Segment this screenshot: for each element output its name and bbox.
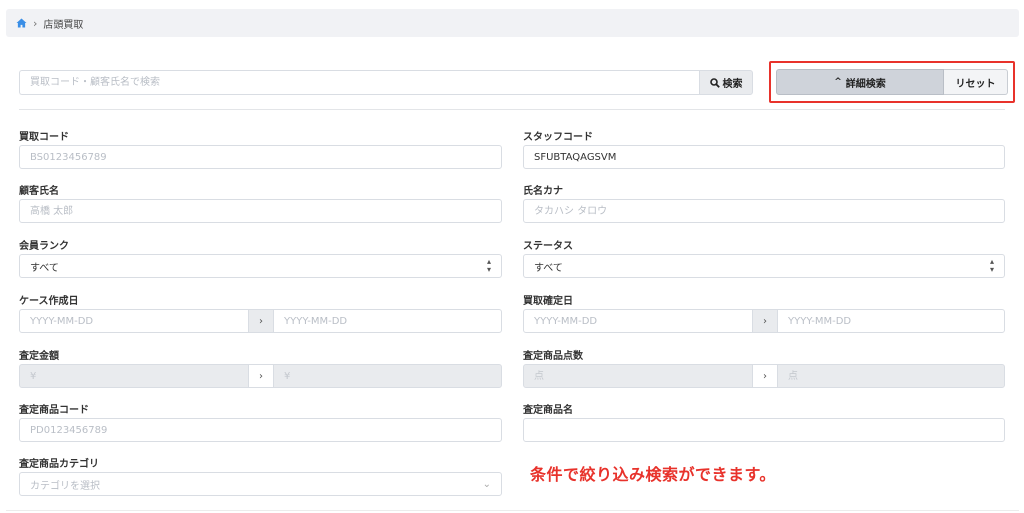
chevron-up-icon: ^: [834, 77, 842, 87]
search-button-label: 検索: [722, 79, 743, 90]
search-icon: [709, 77, 720, 88]
search-panel: 検索 ^ 詳細検索 リセット 買取コード スタッフコード 顧客氏名 氏名カナ 会…: [6, 45, 1019, 511]
appraisal-item-category-placeholder: カテゴリを選択: [30, 480, 100, 492]
appraisal-item-count-from-field[interactable]: [523, 364, 753, 388]
annotation-notice: 条件で絞り込み検索ができます。: [530, 465, 776, 484]
case-created-from-field[interactable]: [19, 309, 249, 333]
breadcrumb-separator: ›: [33, 16, 38, 30]
chevron-down-icon: ⌄: [482, 478, 491, 490]
breadcrumb-current: 店頭買取: [43, 19, 84, 31]
appraisal-item-name-label: 査定商品名: [523, 405, 573, 416]
appraisal-amount-from-field[interactable]: [19, 364, 249, 388]
home-icon[interactable]: [16, 18, 27, 28]
status-value: すべて: [534, 262, 563, 274]
status-select[interactable]: すべて ▴ ▾: [523, 254, 1005, 278]
select-arrows-icon: ▴ ▾: [486, 257, 491, 274]
purchase-confirmed-to-field[interactable]: [777, 309, 1005, 333]
appraisal-amount-label: 査定金額: [19, 351, 59, 362]
reset-button[interactable]: リセット: [944, 69, 1008, 95]
purchase-code-label: 買取コード: [19, 132, 69, 143]
name-kana-field[interactable]: [523, 199, 1005, 223]
name-kana-label: 氏名カナ: [523, 186, 563, 197]
appraisal-item-code-field[interactable]: [19, 418, 502, 442]
status-label: ステータス: [523, 241, 573, 252]
member-rank-value: すべて: [30, 262, 59, 274]
appraisal-amount-to-field[interactable]: [273, 364, 502, 388]
case-created-label: ケース作成日: [19, 296, 79, 307]
member-rank-label: 会員ランク: [19, 241, 69, 252]
case-created-to-field[interactable]: [273, 309, 502, 333]
range-separator: ›: [753, 364, 777, 388]
range-separator: ›: [753, 309, 777, 333]
appraisal-item-name-field[interactable]: [523, 418, 1005, 442]
member-rank-select[interactable]: すべて ▴ ▾: [19, 254, 502, 278]
purchase-confirmed-label: 買取確定日: [523, 296, 573, 307]
range-separator: ›: [249, 309, 273, 333]
advanced-search-label: 詳細検索: [845, 78, 886, 90]
appraisal-item-code-label: 査定商品コード: [19, 405, 89, 416]
reset-label: リセット: [955, 78, 996, 90]
appraisal-item-count-label: 査定商品点数: [523, 351, 583, 362]
appraisal-item-count-to-field[interactable]: [777, 364, 1005, 388]
staff-code-field[interactable]: [523, 145, 1005, 169]
staff-code-label: スタッフコード: [523, 132, 593, 143]
range-separator: ›: [249, 364, 273, 388]
advanced-search-button[interactable]: ^ 詳細検索: [776, 69, 944, 95]
appraisal-item-category-select[interactable]: カテゴリを選択 ⌄: [19, 472, 502, 496]
keyword-search-input[interactable]: [19, 70, 699, 95]
appraisal-item-category-label: 査定商品カテゴリ: [19, 459, 99, 470]
purchase-confirmed-from-field[interactable]: [523, 309, 753, 333]
purchase-code-field[interactable]: [19, 145, 502, 169]
customer-name-label: 顧客氏名: [19, 186, 59, 197]
select-arrows-icon: ▴ ▾: [989, 257, 994, 274]
divider: [19, 109, 1005, 110]
customer-name-field[interactable]: [19, 199, 502, 223]
breadcrumb: › 店頭買取: [6, 9, 1019, 37]
search-button[interactable]: 検索: [699, 70, 753, 95]
